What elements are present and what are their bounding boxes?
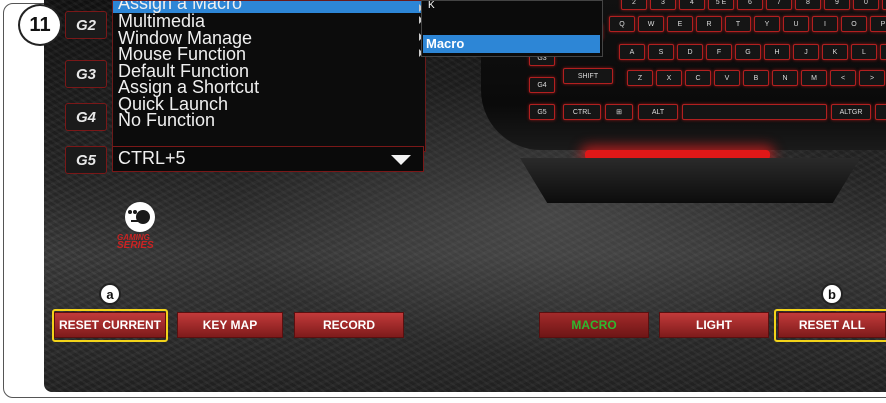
key-row2-3: R bbox=[696, 16, 722, 32]
side-key-g4: G4 bbox=[529, 77, 555, 93]
step-number-badge: 11 bbox=[18, 4, 62, 46]
key-row4-8: > bbox=[859, 70, 885, 86]
logo-line-2: SERIES bbox=[117, 240, 154, 251]
key-row2-9: P bbox=[870, 16, 886, 32]
key-row3-2: D bbox=[677, 44, 703, 60]
reset-current-highlight bbox=[52, 309, 168, 342]
windows-key-icon: ⊞ bbox=[605, 104, 633, 120]
key-row3-4: G bbox=[735, 44, 761, 60]
key-row3-9: : bbox=[880, 44, 886, 60]
macro-button[interactable]: MACRO bbox=[539, 312, 649, 338]
key-row4-6: M bbox=[801, 70, 827, 86]
callout-a: a bbox=[99, 283, 121, 305]
gaming-series-logo-text: GAMING SERIES bbox=[117, 234, 167, 251]
key-shift: SHIFT bbox=[563, 68, 613, 84]
fn-key-icon: ⌖ bbox=[875, 104, 886, 120]
record-button[interactable]: RECORD bbox=[294, 312, 404, 338]
key-6: 8 bbox=[795, 0, 821, 10]
function-dropdown-list: Assign a Macro Multimedia Window Manage … bbox=[112, 0, 426, 152]
reset-all-highlight bbox=[774, 309, 886, 342]
key-7: 9 bbox=[824, 0, 850, 10]
macro-submenu: K Macro bbox=[421, 0, 603, 57]
key-1: 3 bbox=[650, 0, 676, 10]
key-9: - bbox=[882, 0, 886, 10]
key-row3-8: L bbox=[851, 44, 877, 60]
submenu-item-k[interactable]: K bbox=[422, 1, 602, 13]
key-row4-2: C bbox=[685, 70, 711, 86]
gaming-software-window: 2345 E67890-LOCKQWERTYUIOP{ASDFGHJKL:SHI… bbox=[44, 0, 886, 392]
key-0: 2 bbox=[621, 0, 647, 10]
key-8: 0 bbox=[853, 0, 879, 10]
key-row4-5: N bbox=[772, 70, 798, 86]
key-4: 6 bbox=[737, 0, 763, 10]
g4-key[interactable]: G4 bbox=[65, 103, 107, 131]
key-row2-8: O bbox=[841, 16, 867, 32]
key-3: 5 E bbox=[708, 0, 734, 10]
key-row2-4: T bbox=[725, 16, 751, 32]
key-row4-7: < bbox=[830, 70, 856, 86]
key-alt: ALT bbox=[638, 104, 678, 120]
key-2: 4 bbox=[679, 0, 705, 10]
dropdown-arrow-icon[interactable] bbox=[391, 155, 411, 165]
key-row4-3: V bbox=[714, 70, 740, 86]
menu-item-label: No Function bbox=[118, 110, 216, 130]
key-5: 7 bbox=[766, 0, 792, 10]
select-value: CTRL+5 bbox=[118, 148, 186, 168]
keyboard-base bbox=[520, 158, 860, 203]
key-row2-7: I bbox=[812, 16, 838, 32]
g5-key[interactable]: G5 bbox=[65, 146, 107, 174]
key-map-button[interactable]: KEY MAP bbox=[177, 312, 283, 338]
key-altgr: ALTGR bbox=[831, 104, 871, 120]
key-row3-6: J bbox=[793, 44, 819, 60]
key-row2-1: W bbox=[638, 16, 664, 32]
key-row3-1: S bbox=[648, 44, 674, 60]
key-row3-7: K bbox=[822, 44, 848, 60]
key-row3-0: A bbox=[619, 44, 645, 60]
key-space bbox=[682, 104, 827, 120]
key-row2-6: U bbox=[783, 16, 809, 32]
menu-item-no-function[interactable]: No Function bbox=[113, 110, 425, 130]
key-row4-4: B bbox=[743, 70, 769, 86]
key-row3-5: H bbox=[764, 44, 790, 60]
key-ctrl: CTRL bbox=[563, 104, 601, 120]
key-row2-2: E bbox=[667, 16, 693, 32]
key-row2-0: Q bbox=[609, 16, 635, 32]
side-key-g5: G5 bbox=[529, 104, 555, 120]
key-row3-3: F bbox=[706, 44, 732, 60]
submenu-item-macro[interactable]: Macro bbox=[423, 35, 600, 53]
g2-key[interactable]: G2 bbox=[65, 11, 107, 39]
key-row2-5: Y bbox=[754, 16, 780, 32]
key-row4-1: X bbox=[656, 70, 682, 86]
g5-function-select[interactable]: CTRL+5 bbox=[112, 146, 424, 172]
g3-key[interactable]: G3 bbox=[65, 60, 107, 88]
gamepad-logo-icon bbox=[125, 202, 155, 232]
key-row4-0: Z bbox=[627, 70, 653, 86]
callout-b: b bbox=[821, 283, 843, 305]
light-button[interactable]: LIGHT bbox=[659, 312, 769, 338]
